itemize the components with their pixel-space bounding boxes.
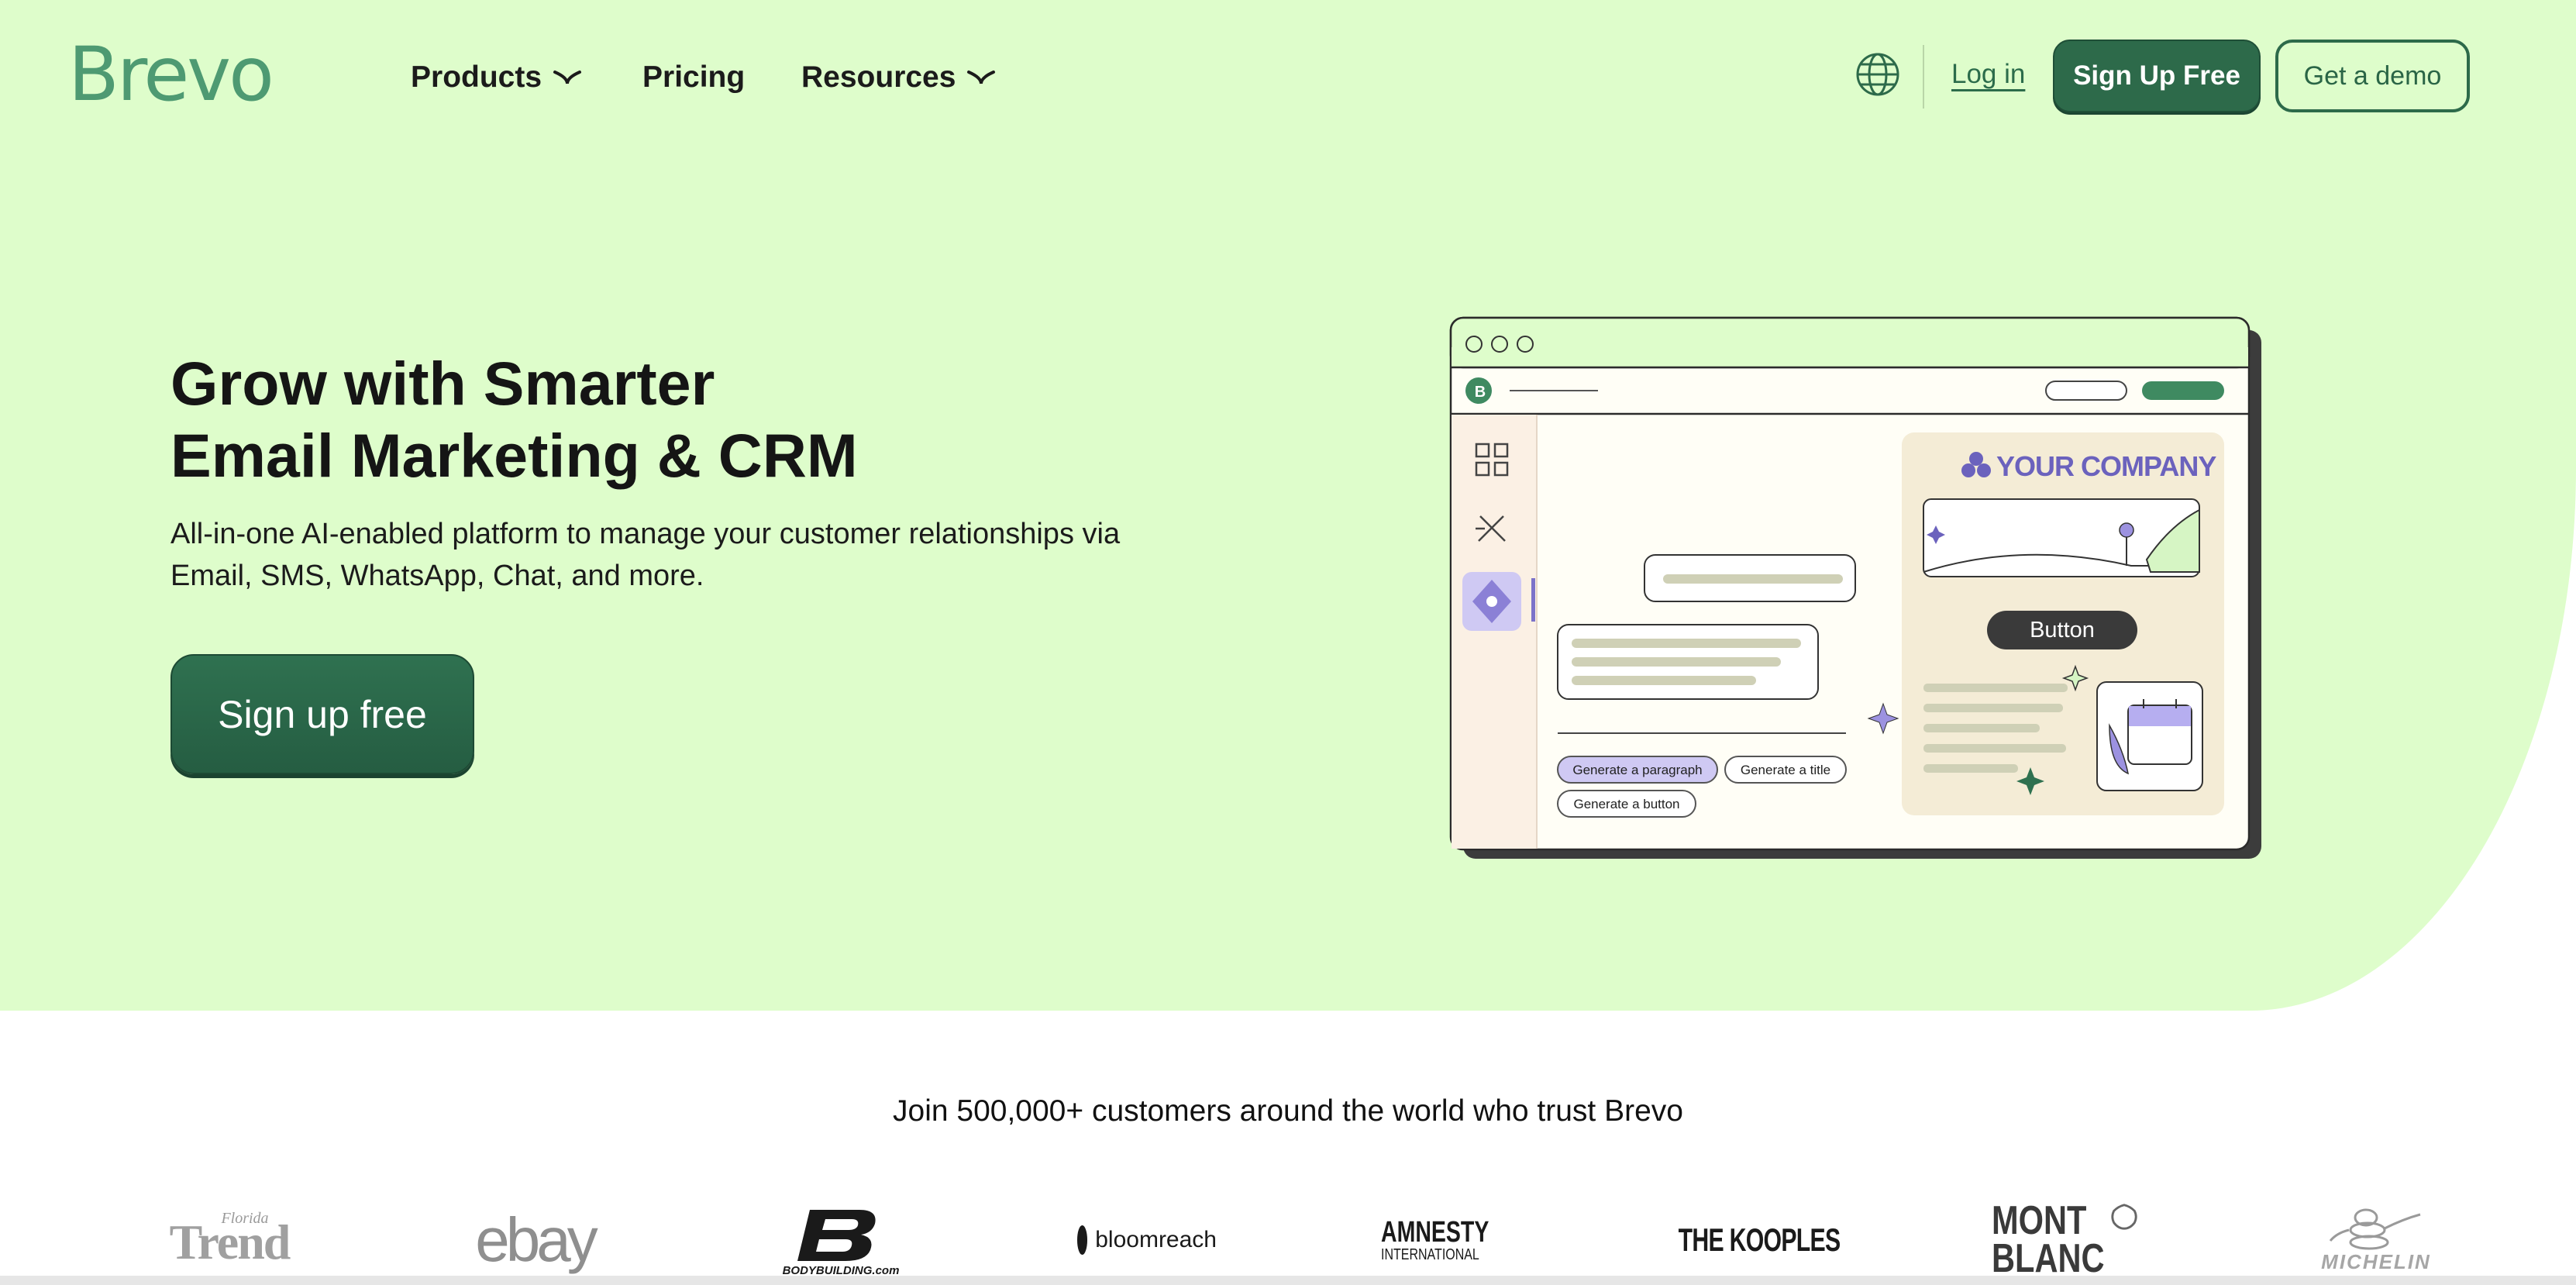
illustration-avatar: B [1474, 383, 1486, 401]
hero-subtitle-line1: All-in-one AI-enabled platform to manage… [170, 518, 1121, 550]
bottom-scroll-edge [0, 1276, 2576, 1285]
hero-title: Grow with Smarter Email Marketing & CRM [170, 347, 1178, 491]
hero-title-line1: Grow with Smarter [170, 349, 715, 418]
nav-pricing[interactable]: Pricing [642, 60, 745, 95]
nav-products-label: Products [411, 60, 542, 94]
brevo-logo[interactable]: Brevo [68, 37, 274, 112]
nav-resources[interactable]: Resources [801, 60, 996, 95]
sign-up-free-button[interactable]: Sign Up Free [2053, 40, 2261, 112]
bloomreach-logo: bloomreach [1077, 1197, 1217, 1283]
nav-pricing-label: Pricing [642, 60, 746, 94]
globe-icon[interactable] [1855, 51, 1901, 98]
bodybuilding-b-icon [797, 1209, 876, 1261]
hero-title-line2: Email Marketing & CRM [170, 421, 858, 490]
kooples-logo: THE KOOPLES [1678, 1221, 1841, 1258]
chevron-down-icon [553, 68, 582, 87]
montblanc-logo: MONT BLANC [1992, 1197, 2139, 1283]
hero-subtitle-line2: Email, SMS, WhatsApp, Chat, and more. [170, 560, 704, 592]
your-company-text: YOUR COMPANY [1996, 450, 2216, 482]
chevron-down-icon [966, 68, 996, 87]
login-link[interactable]: Log in [1951, 59, 2025, 90]
chip-generate-paragraph: Generate a paragraph [1572, 763, 1702, 777]
montblanc-star-icon [2111, 1204, 2137, 1230]
michelin-man-icon [2329, 1208, 2421, 1249]
nav-products[interactable]: Products [411, 60, 582, 95]
bloomreach-icon [1077, 1225, 1088, 1255]
get-a-demo-button[interactable]: Get a demo [2275, 40, 2470, 112]
hero-sign-up-button[interactable]: Sign up free [170, 654, 474, 774]
michelin-logo: MICHELIN [2299, 1197, 2454, 1283]
header-divider [1923, 45, 1924, 109]
florida-trend-logo: Florida Trend [169, 1209, 291, 1269]
ebay-logo: ebay [475, 1205, 598, 1274]
bodybuilding-logo: BODYBUILDING.com [767, 1197, 914, 1283]
hero-subtitle: All-in-one AI-enabled platform to manage… [170, 513, 1255, 597]
chip-generate-title: Generate a title [1741, 763, 1830, 777]
trust-heading: Join 500,000+ customers around the world… [893, 1094, 1683, 1128]
chip-generate-button: Generate a button [1573, 797, 1679, 811]
amnesty-logo: AMNESTY INTERNATIONAL [1381, 1197, 1530, 1283]
product-illustration: Generate a paragraph Generate a title Ge… [1449, 316, 2263, 859]
email-button-text: Button [2030, 618, 2095, 642]
nav-resources-label: Resources [801, 60, 956, 94]
